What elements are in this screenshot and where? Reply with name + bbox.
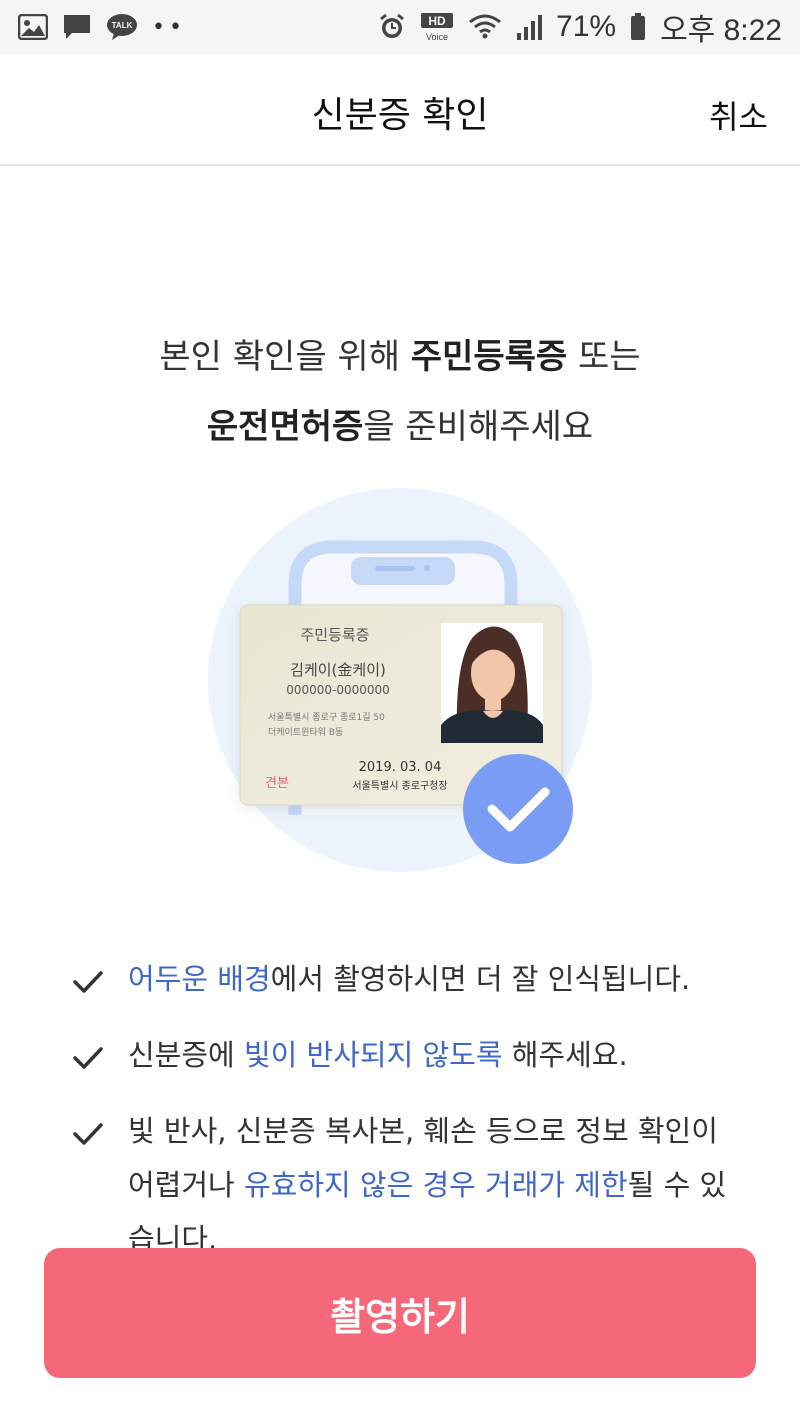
navigation-header: 신분증 확인 취소 xyxy=(0,54,800,166)
tip-item: 어두운 배경에서 촬영하시면 더 잘 인식됩니다. xyxy=(70,952,750,1006)
card-address-line2: 더케이트윈타워 B동 xyxy=(268,727,343,738)
alarm-icon xyxy=(378,13,406,41)
battery-percent: 71% xyxy=(556,10,617,43)
headline-line1-post: 또는 xyxy=(567,337,641,377)
instruction-headline: 본인 확인을 위해 주민등록증 또는 운전면허증을 준비해주세요 xyxy=(0,322,800,462)
hd-voice-icon: HD Voice xyxy=(420,12,454,42)
tips-list: 어두운 배경에서 촬영하시면 더 잘 인식됩니다. 신분증에 빛이 반사되지 않… xyxy=(70,952,750,1288)
headline-driver-license: 운전면허증 xyxy=(206,407,364,447)
headline-line2: 운전면허증을 준비해주세요 xyxy=(0,392,800,462)
voice-label: Voice xyxy=(426,32,448,42)
tip-item: 빛 반사, 신분증 복사본, 훼손 등으로 정보 확인이 어렵거나 유효하지 않… xyxy=(70,1104,750,1266)
tip-item: 신분증에 빛이 반사되지 않도록 해주세요. xyxy=(70,1028,750,1082)
headline-line1: 본인 확인을 위해 주민등록증 또는 xyxy=(0,322,800,392)
message-icon xyxy=(62,13,92,41)
status-bar-left: TALK •• xyxy=(18,13,186,41)
checkmark-icon xyxy=(73,971,103,993)
wifi-icon xyxy=(468,13,502,41)
tip-body: 에서 촬영하시면 더 잘 인식됩니다. xyxy=(270,962,691,996)
checkmark-icon xyxy=(73,1123,103,1145)
check-badge-icon xyxy=(463,754,573,864)
tip-text: 빛 반사, 신분증 복사본, 훼손 등으로 정보 확인이 어렵거나 유효하지 않… xyxy=(128,1104,750,1266)
status-bar-right: HD Voice 71% 오후 8:22 xyxy=(378,5,782,49)
tip-text: 어두운 배경에서 촬영하시면 더 잘 인식됩니다. xyxy=(128,952,690,1006)
shoot-button[interactable]: 촬영하기 xyxy=(44,1248,756,1378)
kakaotalk-icon: TALK xyxy=(106,13,138,41)
card-date: 2019. 03. 04 xyxy=(359,760,442,775)
tip-highlight: 유효하지 않은 경우 거래가 제한 xyxy=(243,1168,628,1202)
battery-icon xyxy=(630,13,646,41)
card-sample-label: 견본 xyxy=(265,776,289,791)
headline-resident-card: 주민등록증 xyxy=(410,337,568,377)
cancel-button[interactable]: 취소 xyxy=(709,92,768,138)
status-bar: TALK •• HD Voice 71% 오후 8:22 xyxy=(0,0,800,54)
headline-line1-pre: 본인 확인을 위해 xyxy=(159,337,411,377)
tip-body: 해주세요. xyxy=(502,1038,628,1072)
card-number: 000000-0000000 xyxy=(286,683,390,697)
headline-line2-post: 을 준비해주세요 xyxy=(363,407,594,447)
card-title: 주민등록증 xyxy=(300,626,369,644)
card-address-line1: 서울특별시 종로구 종로1길 50 xyxy=(268,712,385,723)
page-title: 신분증 확인 xyxy=(311,95,489,136)
checkmark-icon xyxy=(73,1047,103,1069)
tip-highlight: 빛이 반사되지 않도록 xyxy=(243,1038,503,1072)
signal-icon xyxy=(516,13,543,41)
kakaotalk-label: TALK xyxy=(112,21,133,30)
tip-body: 신분증에 xyxy=(128,1038,244,1072)
id-card-illustration: 주민등록증 김케이(金케이) 000000-0000000 서울특별시 종로구 … xyxy=(205,485,595,875)
card-photo xyxy=(441,623,543,743)
hd-label: HD xyxy=(428,14,446,28)
more-dots-icon: •• xyxy=(152,14,186,40)
card-issuer: 서울특별시 종로구청장 xyxy=(352,780,447,792)
card-name: 김케이(金케이) xyxy=(290,661,386,679)
gallery-icon xyxy=(18,14,48,40)
tip-highlight: 어두운 배경 xyxy=(128,962,271,996)
tip-text: 신분증에 빛이 반사되지 않도록 해주세요. xyxy=(128,1028,628,1082)
clock: 오후 8:22 xyxy=(660,14,782,47)
